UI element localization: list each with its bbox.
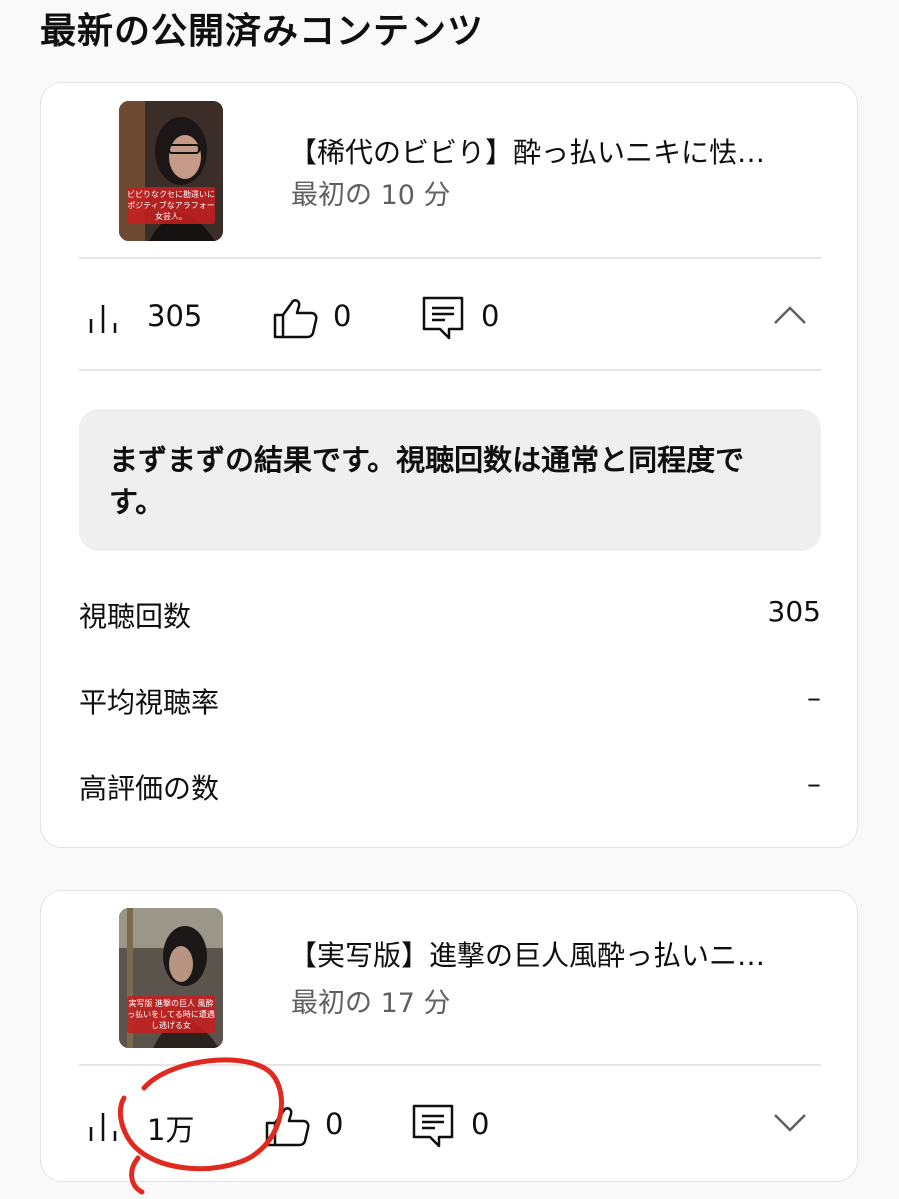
video-timeframe: 最初の 10 分 bbox=[291, 180, 451, 211]
comment-icon[interactable] bbox=[411, 1103, 455, 1153]
comment-icon[interactable] bbox=[421, 295, 465, 345]
comments-count: 0 bbox=[481, 299, 500, 333]
metric-value: – bbox=[807, 767, 821, 800]
likes-count: 0 bbox=[333, 299, 352, 333]
metric-row-avg-view-rate: 平均視聴率 – bbox=[79, 681, 821, 721]
video-thumbnail[interactable]: 実写版 進撃の巨人 風酔っ払いをしてる時に遭遇し逃げる女 bbox=[119, 908, 223, 1048]
stats-row: 1万 0 0 bbox=[41, 1095, 857, 1155]
metric-label: 平均視聴率 bbox=[79, 686, 220, 719]
content-page: 最新の公開済みコンテンツ ビビりなクセに勘違いにポジティブなアラフォー女芸人。 … bbox=[0, 0, 899, 1199]
divider bbox=[79, 1064, 821, 1066]
thumbs-up-icon[interactable] bbox=[263, 1105, 311, 1151]
metric-label: 視聴回数 bbox=[79, 600, 192, 633]
likes-count: 0 bbox=[325, 1107, 344, 1141]
metric-value: – bbox=[807, 681, 821, 714]
views-count: 305 bbox=[147, 299, 203, 333]
thumbnail-caption: 実写版 進撃の巨人 風酔っ払いをしてる時に遭遇し逃げる女 bbox=[127, 996, 215, 1033]
section-title: 最新の公開済みコンテンツ bbox=[40, 11, 485, 52]
video-timeframe: 最初の 17 分 bbox=[291, 988, 451, 1019]
metric-row-views: 視聴回数 305 bbox=[79, 595, 821, 635]
video-card[interactable]: ビビりなクセに勘違いにポジティブなアラフォー女芸人。 【稀代のビビり】酔っ払いニ… bbox=[40, 82, 858, 848]
thumbnail-caption: ビビりなクセに勘違いにポジティブなアラフォー女芸人。 bbox=[127, 187, 215, 224]
chevron-up-icon[interactable] bbox=[773, 305, 807, 329]
thumbs-up-icon[interactable] bbox=[271, 297, 319, 343]
metric-label: 高評価の数 bbox=[79, 772, 220, 805]
bar-chart-icon bbox=[85, 299, 125, 339]
video-title[interactable]: 【稀代のビビり】酔っ払いニキに怯… bbox=[289, 131, 809, 171]
video-thumbnail[interactable]: ビビりなクセに勘違いにポジティブなアラフォー女芸人。 bbox=[119, 101, 223, 241]
comments-count: 0 bbox=[471, 1107, 490, 1141]
stats-row: 305 0 0 bbox=[41, 287, 857, 347]
bar-chart-icon bbox=[85, 1107, 125, 1147]
metric-row-likes: 高評価の数 – bbox=[79, 767, 821, 807]
divider bbox=[79, 369, 821, 371]
divider bbox=[79, 257, 821, 259]
video-title[interactable]: 【実写版】進撃の巨人風酔っ払いニ… bbox=[289, 934, 809, 974]
chevron-down-icon[interactable] bbox=[773, 1113, 807, 1137]
views-count: 1万 bbox=[147, 1113, 195, 1147]
metric-value: 305 bbox=[767, 595, 821, 628]
performance-feedback: まずまずの結果です。視聴回数は通常と同程度です。 bbox=[79, 409, 821, 551]
video-card[interactable]: 実写版 進撃の巨人 風酔っ払いをしてる時に遭遇し逃げる女 【実写版】進撃の巨人風… bbox=[40, 890, 858, 1182]
